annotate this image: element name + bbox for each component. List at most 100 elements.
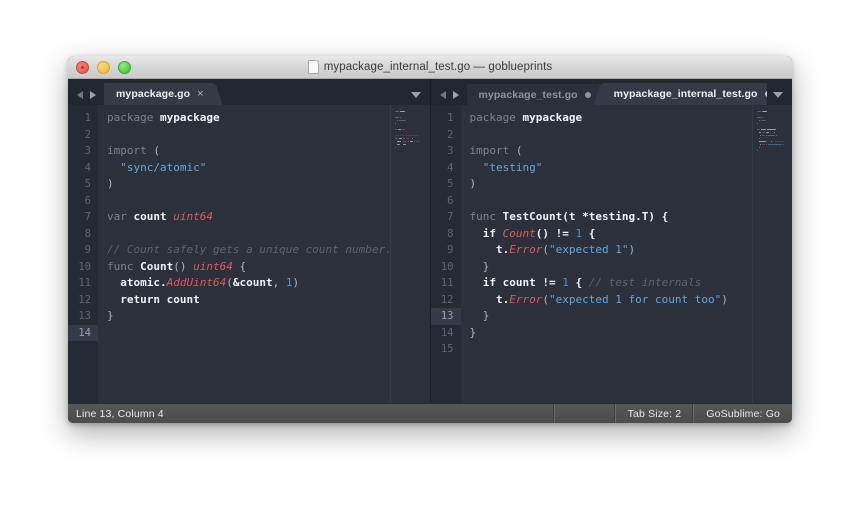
code-line[interactable]: t.Error("expected 1"): [470, 242, 793, 259]
tabbar-left: mypackage.go ×: [68, 79, 430, 105]
code-line[interactable]: return count: [107, 292, 430, 309]
code-token: if: [470, 227, 503, 240]
next-tab-arrow-icon[interactable]: [453, 91, 459, 99]
tab-unsaved-dot-icon[interactable]: [585, 92, 591, 98]
line-number: 2: [431, 127, 461, 144]
line-number: 8: [431, 226, 461, 243]
tab-mypackage-internal-test-go[interactable]: mypackage_internal_test.go: [602, 83, 767, 105]
code-line[interactable]: atomic.AddUint64(&count, 1): [107, 275, 430, 292]
window-controls: [68, 61, 131, 74]
next-tab-arrow-icon[interactable]: [90, 91, 96, 99]
code-line[interactable]: if Count() != 1 {: [470, 226, 793, 243]
code-line[interactable]: }: [470, 325, 793, 342]
code-line[interactable]: var count uint64: [107, 209, 430, 226]
code-line[interactable]: ): [107, 176, 430, 193]
window-titlebar[interactable]: mypackage_internal_test.go — goblueprint…: [68, 56, 792, 79]
tab-mypackage-go[interactable]: mypackage.go ×: [104, 83, 214, 105]
minimize-button[interactable]: [97, 61, 110, 74]
prev-tab-arrow-icon[interactable]: [440, 91, 446, 99]
code-token: Count: [503, 227, 536, 240]
code-line[interactable]: func Count() uint64 {: [107, 259, 430, 276]
line-number: 7: [431, 209, 461, 226]
line-number: 7: [68, 209, 98, 226]
code-line[interactable]: [470, 341, 793, 358]
code-line[interactable]: [107, 226, 430, 243]
code-line[interactable]: [470, 193, 793, 210]
minimap-line: [395, 149, 427, 152]
code-line[interactable]: }: [470, 259, 793, 276]
code-line[interactable]: "sync/atomic": [107, 160, 430, 177]
tab-label: mypackage.go: [116, 88, 190, 100]
code-line[interactable]: [470, 127, 793, 144]
tab-mypackage-test-go[interactable]: mypackage_test.go: [467, 84, 601, 105]
code-token: ): [292, 276, 299, 289]
tab-overflow-left[interactable]: [405, 92, 430, 105]
line-number: 4: [68, 160, 98, 177]
code-token: // test internals: [582, 276, 701, 289]
tab-unsaved-dot-icon[interactable]: [765, 91, 768, 97]
code-line[interactable]: package mypackage: [107, 110, 430, 127]
code-editor-right[interactable]: 123456789101112131415 package mypackage …: [431, 105, 793, 403]
screenshot-root: mypackage_internal_test.go — goblueprint…: [0, 0, 860, 513]
code-line[interactable]: func TestCount(t *testing.T) {: [470, 209, 793, 226]
line-number: 12: [68, 292, 98, 309]
prev-tab-arrow-icon[interactable]: [77, 91, 83, 99]
code-token: mypackage: [522, 111, 582, 124]
code-token: {: [582, 227, 595, 240]
code-area-right[interactable]: package mypackage import ( "testing") fu…: [461, 105, 793, 403]
line-number: 9: [68, 242, 98, 259]
line-number: 2: [68, 127, 98, 144]
code-token: t.: [470, 293, 510, 306]
tab-size-status[interactable]: Tab Size: 2: [615, 404, 694, 423]
code-editor-left[interactable]: 1234567891011121314 package mypackage im…: [68, 105, 430, 403]
syntax-status[interactable]: GoSublime: Go: [693, 404, 792, 423]
code-line[interactable]: [107, 325, 430, 342]
code-token: import: [107, 144, 153, 157]
line-number: 15: [431, 341, 461, 358]
minimap-right[interactable]: [752, 105, 792, 403]
code-line[interactable]: import (: [470, 143, 793, 160]
line-number: 6: [431, 193, 461, 210]
line-number: 11: [431, 275, 461, 292]
code-line[interactable]: [107, 127, 430, 144]
code-token: &count: [233, 276, 273, 289]
code-token: Count: [140, 260, 173, 273]
code-token: uint64: [193, 260, 233, 273]
code-line[interactable]: }: [107, 308, 430, 325]
zoom-button[interactable]: [118, 61, 131, 74]
code-token: (: [153, 144, 160, 157]
code-token: "sync/atomic": [120, 161, 206, 174]
code-line[interactable]: // Count safely gets a unique count numb…: [107, 242, 430, 259]
code-area-left[interactable]: package mypackage import ( "sync/atomic"…: [98, 105, 430, 403]
code-token: ): [470, 177, 477, 190]
code-line[interactable]: package mypackage: [470, 110, 793, 127]
tab-overflow-right[interactable]: [767, 92, 792, 105]
code-token: 1: [562, 276, 569, 289]
close-button[interactable]: [76, 61, 89, 74]
sublime-text-window: mypackage_internal_test.go — goblueprint…: [68, 56, 792, 423]
line-number: 10: [431, 259, 461, 276]
tab-close-icon[interactable]: ×: [197, 89, 203, 100]
chevron-down-icon[interactable]: [411, 92, 421, 98]
code-line[interactable]: "testing": [470, 160, 793, 177]
tab-label: mypackage_internal_test.go: [614, 88, 758, 100]
code-token: (: [516, 144, 523, 157]
code-line[interactable]: }: [470, 308, 793, 325]
code-line[interactable]: t.Error("expected 1 for count too"): [470, 292, 793, 309]
editor-body: mypackage.go × 1234567891011121314 packag…: [68, 79, 792, 403]
code-line[interactable]: if count != 1 { // test internals: [470, 275, 793, 292]
chevron-down-icon[interactable]: [773, 92, 783, 98]
code-token: if count !=: [470, 276, 563, 289]
code-token: uint64: [173, 210, 213, 223]
code-line[interactable]: import (: [107, 143, 430, 160]
code-token: func: [107, 260, 140, 273]
code-token: return: [107, 293, 160, 306]
minimap-left[interactable]: [390, 105, 430, 403]
line-number: 6: [68, 193, 98, 210]
code-line[interactable]: ): [470, 176, 793, 193]
code-line[interactable]: [107, 193, 430, 210]
line-number: 5: [68, 176, 98, 193]
line-number: 9: [431, 242, 461, 259]
window-title: mypackage_internal_test.go — goblueprint…: [324, 61, 553, 73]
line-number: 5: [431, 176, 461, 193]
